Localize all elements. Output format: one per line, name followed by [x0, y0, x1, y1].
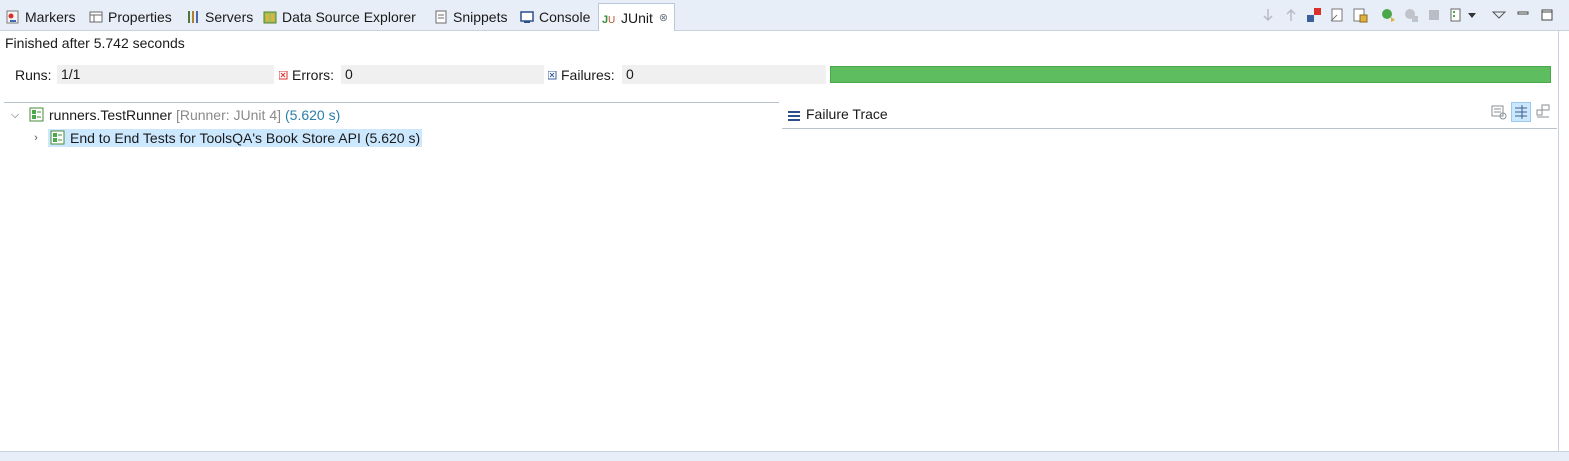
- tab-snippets[interactable]: Snippets: [434, 5, 507, 29]
- tab-console[interactable]: Console: [520, 5, 590, 29]
- errors-label: Errors:: [292, 67, 334, 83]
- view-border: [1558, 31, 1559, 451]
- snippets-icon: [434, 10, 448, 24]
- runner-info: [Runner: JUnit 4]: [175, 107, 282, 123]
- test-suite-ok-icon: [29, 107, 45, 123]
- tree-node-end-to-end-tests[interactable]: › End to End Tests for ToolsQA's Book St…: [30, 128, 423, 148]
- next-failure-icon[interactable]: [1260, 7, 1276, 23]
- failure-trace-toolbar: [1487, 102, 1553, 122]
- failure-trace-pane: Failure Trace: [782, 102, 1557, 450]
- tree-node-label: runners.TestRunner: [49, 107, 172, 123]
- view-menu-icon[interactable]: [1491, 7, 1507, 23]
- tab-label: Console: [539, 9, 591, 25]
- rerun-failed-first-icon[interactable]: [1403, 7, 1419, 23]
- console-icon: [520, 10, 534, 24]
- tab-markers[interactable]: Markers: [6, 5, 76, 29]
- tab-servers[interactable]: Servers: [186, 5, 253, 29]
- view-toolbar: [1253, 6, 1555, 24]
- chevron-right-icon[interactable]: ›: [30, 132, 42, 144]
- previous-failure-icon[interactable]: [1283, 7, 1299, 23]
- svg-text:U: U: [608, 15, 615, 25]
- tree-node-selection[interactable]: End to End Tests for ToolsQA's Book Stor…: [48, 129, 423, 147]
- close-icon[interactable]: ⊗: [659, 11, 668, 24]
- tree-node-test-runner[interactable]: ⌵ runners.TestRunner [Runner: JUnit 4] (…: [9, 105, 340, 125]
- skipped-tests-icon[interactable]: [1329, 7, 1345, 23]
- tab-label: Servers: [205, 9, 254, 25]
- tab-label: JUnit: [621, 9, 653, 26]
- copy-trace-icon[interactable]: [1533, 102, 1553, 122]
- stack-trace-icon: [788, 108, 800, 121]
- properties-icon: [89, 10, 103, 24]
- history-dropdown-icon[interactable]: [1467, 7, 1477, 23]
- compare-result-icon[interactable]: [1489, 102, 1509, 122]
- tab-label: Snippets: [453, 9, 508, 25]
- errors-icon: [278, 67, 288, 83]
- test-progress-bar: [830, 66, 1551, 83]
- maximize-icon[interactable]: [1539, 7, 1555, 23]
- view-tab-bar: Markers Properties Servers Data Source E…: [0, 0, 1569, 31]
- tab-label: Properties: [108, 9, 172, 25]
- junit-icon: JU: [602, 11, 616, 26]
- tab-junit[interactable]: JU JUnit ⊗: [598, 3, 676, 31]
- chevron-down-icon[interactable]: ⌵: [9, 109, 21, 122]
- markers-icon: [6, 10, 20, 24]
- test-tree[interactable]: ⌵ runners.TestRunner [Runner: JUnit 4] (…: [4, 102, 779, 451]
- stop-icon[interactable]: [1426, 7, 1442, 23]
- failures-label: Failures:: [561, 67, 615, 83]
- filter-stack-trace-icon[interactable]: [1511, 102, 1531, 122]
- status-message: Finished after 5.742 seconds: [5, 35, 185, 51]
- minimize-icon[interactable]: [1515, 7, 1531, 23]
- failures-value: 0: [622, 65, 826, 84]
- test-suite-ok-icon: [50, 130, 66, 146]
- test-run-history-icon[interactable]: [1449, 7, 1465, 23]
- elapsed-time: (5.620 s): [364, 130, 421, 146]
- runs-label: Runs:: [15, 67, 52, 83]
- rerun-test-icon[interactable]: [1380, 7, 1396, 23]
- elapsed-time: (5.620 s): [285, 107, 341, 123]
- runs-value: 1/1: [57, 65, 274, 84]
- tab-properties[interactable]: Properties: [89, 5, 172, 29]
- failure-trace-header: Failure Trace: [782, 102, 1557, 129]
- scroll-lock-icon[interactable]: [1352, 7, 1368, 23]
- servers-icon: [186, 10, 200, 24]
- test-counters: Runs: 1/1 Errors: 0 Failures: 0: [0, 63, 1569, 85]
- tab-label: Data Source Explorer: [282, 9, 416, 25]
- failures-icon: [547, 67, 557, 83]
- tab-data-source-explorer[interactable]: Data Source Explorer: [263, 5, 416, 29]
- errors-value: 0: [341, 65, 544, 84]
- data-source-explorer-icon: [263, 10, 277, 24]
- tree-node-label: End to End Tests for ToolsQA's Book Stor…: [70, 130, 361, 146]
- tab-label: Markers: [25, 9, 76, 25]
- failures-only-icon[interactable]: [1306, 7, 1322, 23]
- failure-trace-title: Failure Trace: [806, 106, 888, 122]
